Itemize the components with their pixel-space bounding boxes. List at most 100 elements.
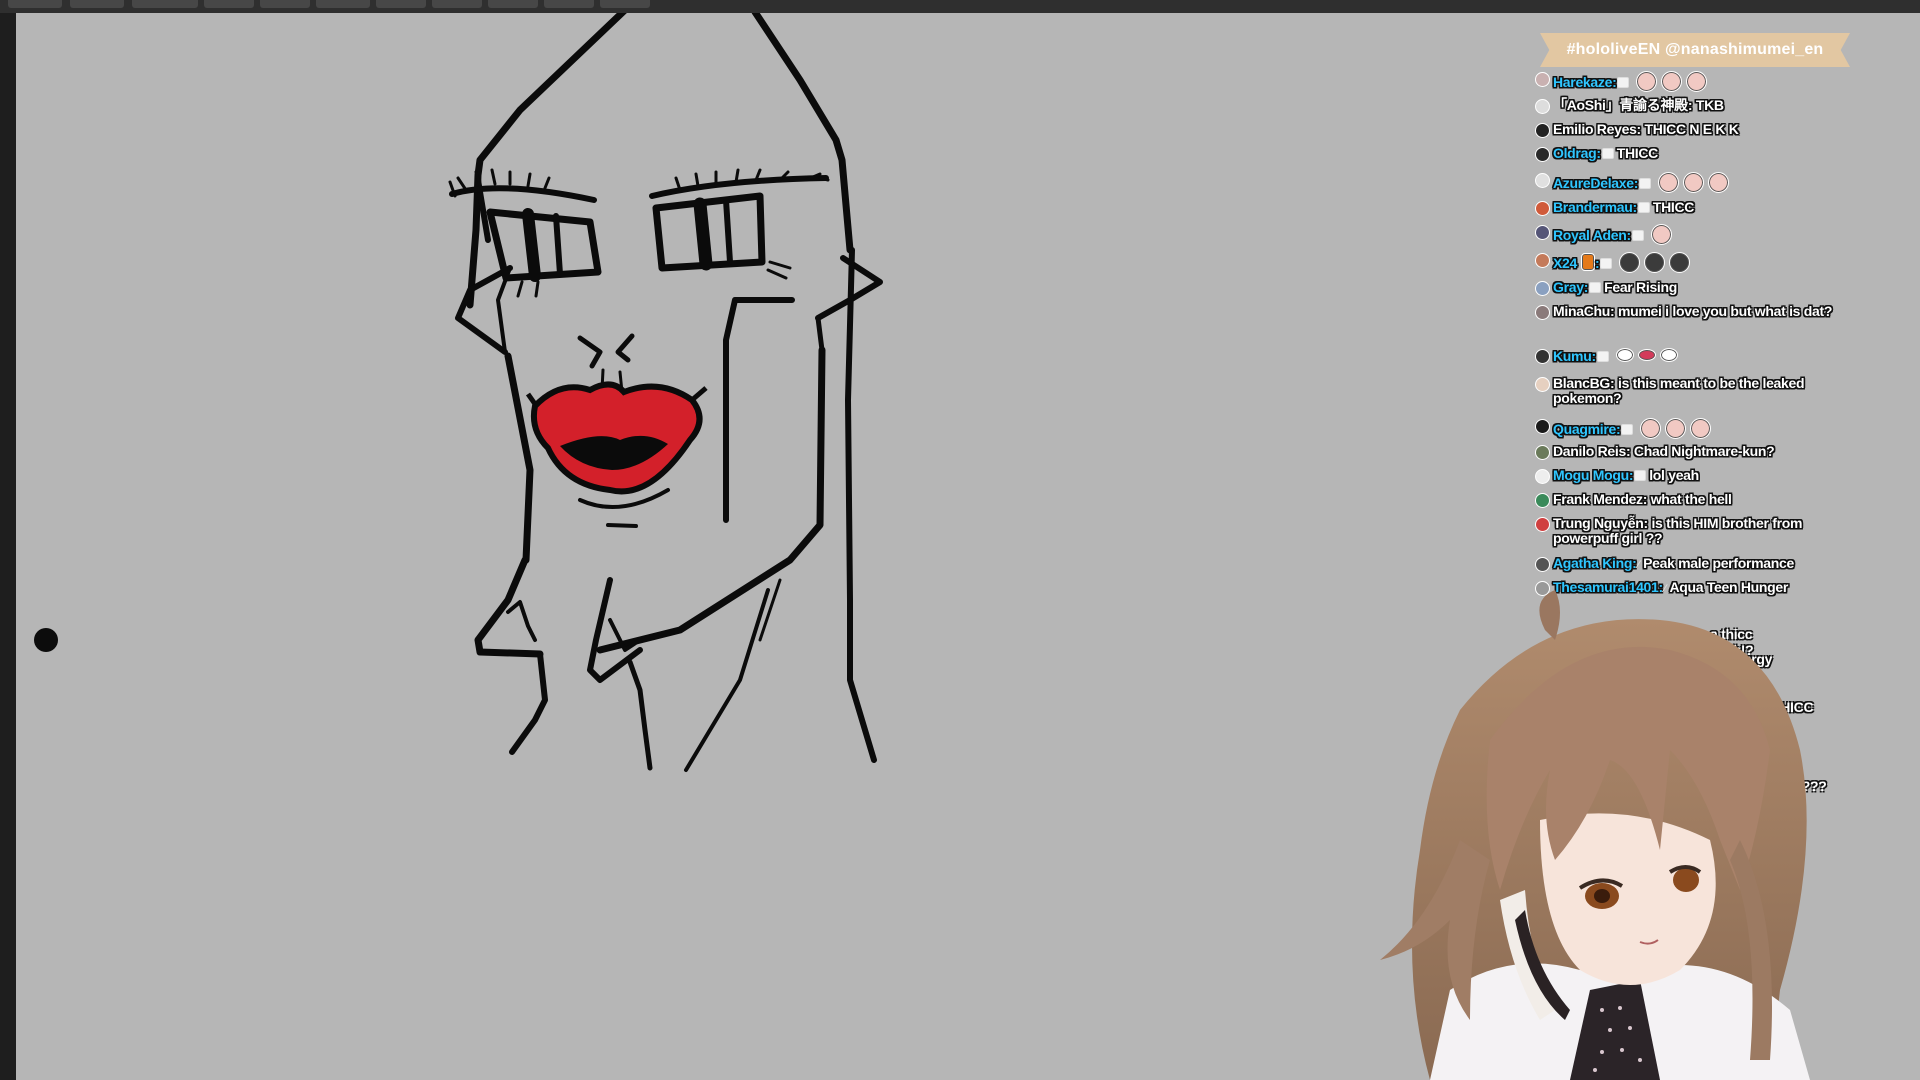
chat-user-avatar (1535, 377, 1550, 392)
chat-user-avatar (1535, 349, 1550, 364)
chat-message: Mogu Mogu: lol yeah (1532, 468, 1848, 484)
chat-message: Royal Aden: (1532, 224, 1848, 245)
brush-cursor-icon (34, 628, 58, 652)
member-badge-icon (1617, 77, 1630, 88)
member-badge-icon (1600, 258, 1613, 269)
top-tab[interactable] (432, 0, 482, 8)
chat-user-avatar (1535, 419, 1550, 434)
chat-message-text: lol yeah (1649, 467, 1699, 483)
chat-overlay: Harekaze: 「AoShi」青諭る神殿: TKB Emilio Reyes: … (1532, 66, 1848, 626)
mumei-face-emote-icon (1665, 418, 1687, 439)
chat-author-name: AzureDelaxe: (1553, 175, 1639, 191)
chat-author-name: Kumu: (1553, 348, 1596, 364)
chat-message-body: Oldrag: THICC (1553, 146, 1848, 161)
left-tool-rail (0, 13, 16, 1080)
chat-message: Danilo Reis: Chad Nightmare-kun? (1532, 443, 1848, 460)
top-tab[interactable] (600, 0, 650, 8)
chat-message: Oldrag: THICC (1532, 146, 1848, 162)
chat-author-name: BlancBG: (1553, 375, 1615, 391)
chat-message: AzureDelaxe: (1532, 172, 1848, 193)
mumei-face-emote-icon (1683, 172, 1705, 193)
chat-user-avatar (1535, 305, 1550, 320)
chat-message-text: mumei i love you but what is dat? (1617, 303, 1833, 319)
chat-user-avatar (1535, 517, 1550, 532)
pencil-badge-icon: ∕ (1637, 559, 1640, 571)
mumei-face-emote-icon (1640, 418, 1662, 439)
chat-message-text: Fear Rising (1604, 279, 1678, 295)
chat-message-body: Agatha King:∕ Peak male performance (1553, 556, 1848, 573)
chat-author-name: Emilio Reyes: (1553, 121, 1641, 137)
chat-message-body: Trung Nguyễn: is this HIM brother from p… (1553, 516, 1848, 546)
top-tab[interactable] (204, 0, 254, 8)
chat-message-body: Gray: Fear Rising (1553, 280, 1848, 295)
eye-emote-icon (1659, 348, 1678, 362)
mumei-face-emote-icon (1690, 418, 1712, 439)
member-badge-icon (1634, 470, 1647, 481)
chat-user-avatar (1535, 557, 1550, 572)
chat-message: Harekaze: (1532, 71, 1848, 92)
chat-user-avatar (1535, 253, 1550, 268)
chat-author-name: MinaChu: (1553, 303, 1615, 319)
chat-message: 「AoShi」青諭る神殿: TKB (1532, 97, 1848, 114)
chat-author-name: Mogu Mogu: (1553, 467, 1634, 483)
chat-author-name: Danilo Reis: (1553, 443, 1631, 459)
chat-message-body: Mogu Mogu: lol yeah (1553, 468, 1848, 483)
chat-message: X24: (1532, 252, 1848, 273)
chat-author-name: Trung Nguyễn: (1553, 515, 1648, 531)
chat-author-name: Harekaze: (1553, 74, 1617, 90)
chat-message: Trung Nguyễn: is this HIM brother from p… (1532, 516, 1848, 546)
top-tab[interactable] (70, 0, 124, 8)
dark-emote-icon (1669, 252, 1691, 273)
chat-message-body: Harekaze: (1553, 71, 1848, 92)
dark-emote-icon (1619, 252, 1641, 273)
dark-emote-icon (1644, 252, 1666, 273)
chat-message-text: Peak male performance (1643, 555, 1794, 571)
mumei-face-emote-icon (1708, 172, 1730, 193)
chat-author-name: 「AoShi」青諭る神殿: (1553, 97, 1693, 113)
chat-hashtag-banner: #hololiveEN @nanashimumei_en (1540, 33, 1850, 67)
member-badge-icon (1596, 351, 1609, 362)
chat-message: Emilio Reyes: THICC N E K K (1532, 121, 1848, 138)
lips-emote-icon (1637, 349, 1656, 361)
member-badge-icon (1637, 202, 1650, 213)
chat-message-text: THICC N E K K (1644, 121, 1739, 137)
chat-user-avatar (1535, 72, 1550, 87)
red-lips (525, 381, 708, 495)
chat-user-avatar (1535, 123, 1550, 138)
author-colon: : (1595, 255, 1600, 271)
top-tab[interactable] (316, 0, 370, 8)
chat-user-avatar (1535, 147, 1550, 162)
chat-message-text: what the hell (1650, 491, 1732, 507)
chat-message-text: TKB (1695, 97, 1724, 113)
chat-user-avatar (1535, 173, 1550, 188)
mumei-face-emote-icon (1636, 71, 1658, 92)
mumei-face-emote-icon (1661, 71, 1683, 92)
chat-message-body: BlancBG: is this meant to be the leaked … (1553, 376, 1848, 406)
top-tab[interactable] (376, 0, 426, 8)
chat-message-text: THICC (1652, 199, 1695, 215)
member-badge-icon (1589, 282, 1602, 293)
chat-message: BlancBG: is this meant to be the leaked … (1532, 376, 1848, 406)
chat-user-avatar (1535, 281, 1550, 296)
member-badge-icon (1601, 148, 1614, 159)
chat-author-name: Royal Aden: (1553, 227, 1631, 243)
chat-message-text: THICC (1616, 145, 1659, 161)
top-tab[interactable] (132, 0, 198, 8)
top-tab[interactable] (488, 0, 538, 8)
chat-message-body: Frank Mendez: what the hell (1553, 492, 1848, 507)
chat-message: Frank Mendez: what the hell (1532, 492, 1848, 508)
mumei-face-emote-icon (1686, 71, 1708, 92)
chat-author-name: X24 (1553, 255, 1578, 271)
top-tab[interactable] (8, 0, 62, 8)
chat-message: Brandermau: THICC (1532, 199, 1848, 216)
chat-author-name: Agatha King: (1553, 555, 1637, 571)
chat-message-body: MinaChu: mumei i love you but what is da… (1553, 304, 1848, 319)
eye-emote-icon (1615, 348, 1634, 362)
chat-message: Quagmire: (1532, 418, 1848, 439)
mumei-face-emote-icon (1658, 172, 1680, 193)
top-tab[interactable] (544, 0, 594, 8)
chat-message-body: Kumu: (1553, 348, 1848, 364)
chat-message-body: AzureDelaxe: (1553, 172, 1848, 193)
top-tab[interactable] (260, 0, 310, 8)
chat-user-avatar (1535, 99, 1550, 114)
